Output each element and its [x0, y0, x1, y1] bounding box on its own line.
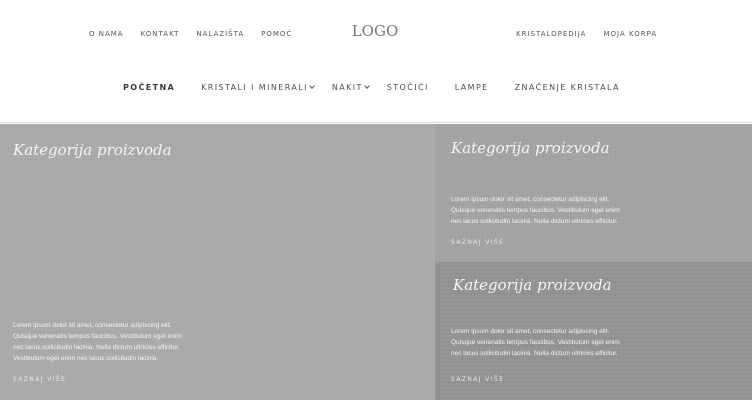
description-line: Quisque venenatis tempus faucibus. Vesti…	[451, 339, 620, 346]
description-line: Lorem ipsum dolor sit amet, consectetur …	[451, 196, 610, 203]
category-tile-bottom-right[interactable]: Kategorija proizvoda Lorem ipsum dolor s…	[435, 262, 752, 400]
nav-item-znacenje-kristala[interactable]: ZNAČENJE KRISTALA	[515, 83, 620, 92]
category-description: Lorem ipsum dolor sit amet, consectetur …	[451, 326, 681, 359]
chevron-down-icon	[308, 83, 315, 89]
category-title: Kategorija proizvoda	[453, 276, 612, 294]
saznaj-vise-link[interactable]: SAZNAJ VIŠE	[13, 376, 66, 383]
category-title: Kategorija proizvoda	[451, 139, 610, 157]
nav-item-kristali-i-minerali[interactable]: KRISTALI I MINERALI	[201, 83, 315, 92]
nav-item-lampe[interactable]: LAMPE	[455, 83, 489, 92]
top-nav-left: O NAMA KONTAKT NALAZIŠTA POMOĆ	[89, 30, 292, 38]
category-description: Lorem ipsum dolor sit amet, consectetur …	[13, 320, 243, 364]
nav-item-label: POČETNA	[123, 83, 176, 92]
category-tile-large[interactable]: Kategorija proizvoda Lorem ipsum dolor s…	[0, 124, 435, 400]
category-tile-top-right[interactable]: Kategorija proizvoda Lorem ipsum dolor s…	[435, 124, 752, 262]
category-title: Kategorija proizvoda	[13, 141, 172, 159]
nav-item-label: KRISTALI I MINERALI	[201, 83, 308, 92]
nav-item-label: LAMPE	[454, 83, 489, 92]
nav-item-pocetna[interactable]: POČETNA	[123, 83, 175, 92]
nav-item-nakit[interactable]: NAKIT	[331, 83, 370, 92]
top-link-kontakt[interactable]: KONTAKT	[141, 30, 180, 38]
description-line: nec lacus sollicitudin lacinia. Nulla di…	[451, 218, 618, 225]
saznaj-vise-link[interactable]: SAZNAJ VIŠE	[451, 239, 504, 246]
nav-item-label: ZNAČENJE KRISTALA	[514, 83, 620, 92]
nav-item-label: NAKIT	[331, 83, 363, 92]
description-line: Quisque venenatis tempus faucibus. Vesti…	[451, 207, 620, 214]
top-link-pomoc[interactable]: POMOĆ	[261, 30, 292, 38]
description-line: Lorem ipsum dolor sit amet, consectetur …	[451, 328, 610, 335]
nav-item-stocici[interactable]: STOČIĆI	[387, 83, 429, 92]
description-line: nec lacus sollicitudin lacinia. Nulla di…	[451, 350, 618, 357]
description-line: nec lacus sollicitudin lacinia. Nulla di…	[13, 344, 180, 351]
saznaj-vise-link[interactable]: SAZNAJ VIŠE	[451, 376, 504, 383]
description-line: Lorem ipsum dolor sit amet, consectetur …	[13, 322, 172, 329]
description-line: Quisque venenatis tempus faucibus. Vesti…	[13, 333, 182, 340]
top-nav-right: KRISTALOPEDIJA MOJA KORPA	[516, 30, 657, 38]
site-header: O NAMA KONTAKT NALAZIŠTA POMOĆ LOGO KRIS…	[0, 0, 752, 123]
top-link-kristalopedija[interactable]: KRISTALOPEDIJA	[516, 30, 586, 38]
main-nav: POČETNA KRISTALI I MINERALI NAKIT STOČIĆ…	[123, 83, 646, 92]
chevron-down-icon	[363, 83, 370, 89]
top-link-nalazista[interactable]: NALAZIŠTA	[196, 30, 244, 38]
nav-item-label: STOČIĆI	[386, 83, 429, 92]
top-link-moja-korpa[interactable]: MOJA KORPA	[603, 30, 657, 38]
top-link-o-nama[interactable]: O NAMA	[89, 30, 124, 38]
description-line: Vestibulum eget enim nec lacus sollicitu…	[13, 355, 159, 362]
category-description: Lorem ipsum dolor sit amet, consectetur …	[451, 194, 681, 227]
site-logo[interactable]: LOGO	[340, 22, 410, 40]
